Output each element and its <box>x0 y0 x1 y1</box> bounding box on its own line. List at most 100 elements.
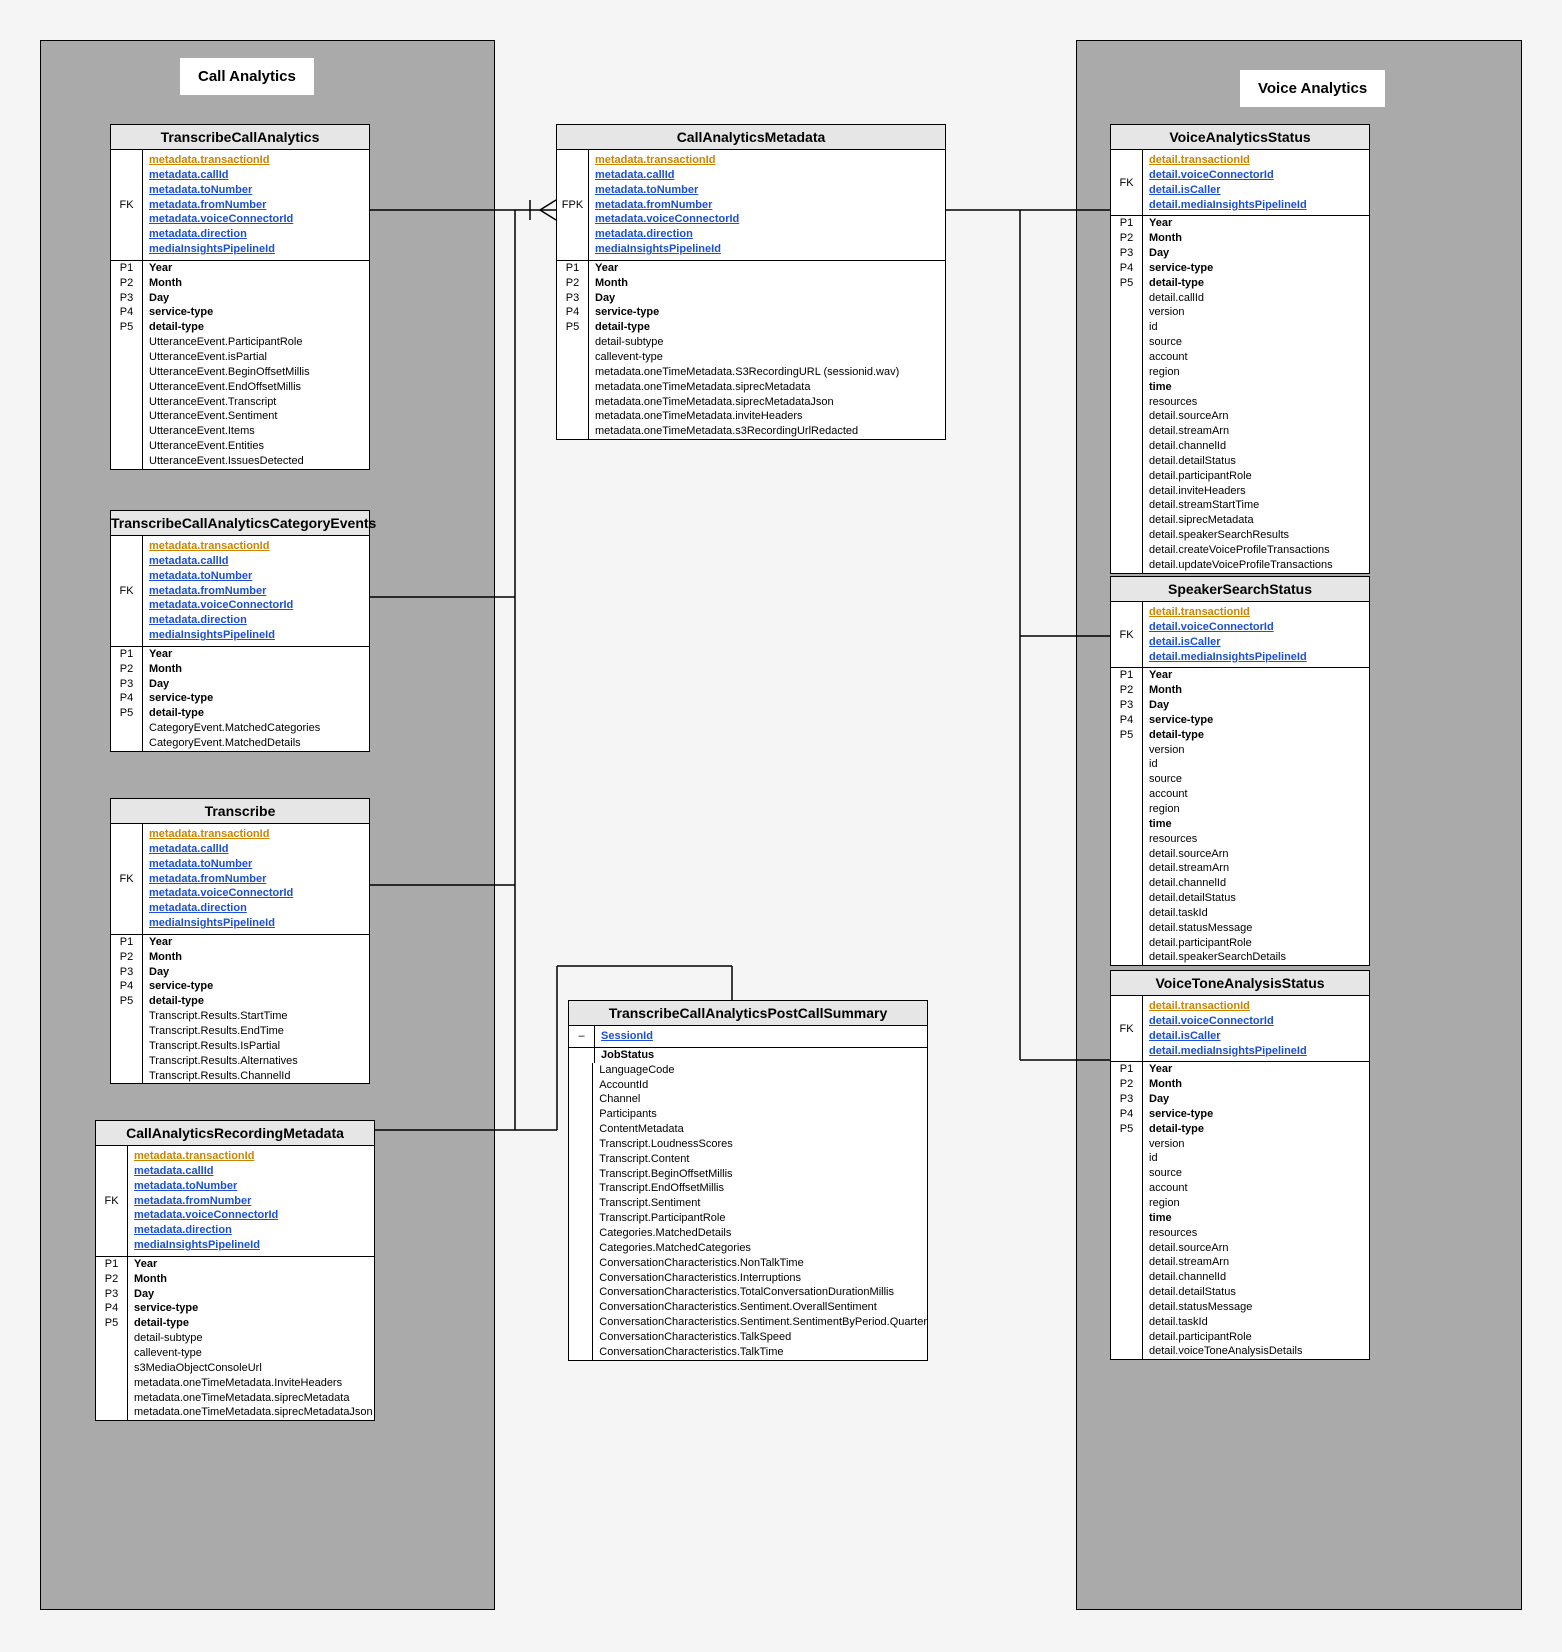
fpk-cell: FPK <box>557 150 589 260</box>
fk-cell: FK <box>1111 150 1143 215</box>
p-field: Year <box>143 647 369 662</box>
fk-field: metadata.toNumber <box>149 857 363 872</box>
p-field: Month <box>143 950 369 965</box>
p-field: Day <box>128 1287 374 1302</box>
entity-pcs: TranscribeCallAnalyticsPostCallSummary –… <box>568 1000 928 1361</box>
p-label <box>569 1063 593 1360</box>
fk-field: metadata.direction <box>149 901 363 916</box>
p-field: detail-type <box>1143 728 1369 743</box>
p-label: P5 <box>1111 1122 1143 1137</box>
p-label <box>96 1331 128 1420</box>
fk-field: metadata.callId <box>149 168 363 183</box>
fk-field: metadata.callId <box>149 554 363 569</box>
entity-carm: CallAnalyticsRecordingMetadata FK metada… <box>95 1120 375 1421</box>
fk-field: metadata.toNumber <box>134 1179 368 1194</box>
p-label: P4 <box>111 979 143 994</box>
p-field: Day <box>589 291 945 306</box>
attr-list: LanguageCodeAccountIdChannelParticipants… <box>593 1063 927 1360</box>
attr-list: UtteranceEvent.ParticipantRoleUtteranceE… <box>143 335 369 469</box>
p-label: P5 <box>1111 276 1143 291</box>
entity-cam: CallAnalyticsMetadata FPK metadata.trans… <box>556 124 946 440</box>
p-field: detail-type <box>143 706 369 721</box>
p-field: Year <box>1143 216 1369 231</box>
pk-field: detail.transactionId <box>1149 153 1363 168</box>
group-title-call: Call Analytics <box>180 58 314 95</box>
p-label: P5 <box>111 706 143 721</box>
fk-field: detail.isCaller <box>1149 183 1363 198</box>
p-label: P1 <box>111 261 143 276</box>
p-label: P1 <box>111 935 143 950</box>
fk-field: mediaInsightsPipelineId <box>149 242 363 257</box>
fk-field: metadata.fromNumber <box>595 198 939 213</box>
p-label <box>1111 1137 1143 1360</box>
fk-field: detail.voiceConnectorId <box>1149 168 1363 183</box>
p-field: detail-type <box>128 1316 374 1331</box>
fk-field: metadata.direction <box>149 613 363 628</box>
entity-title: VoiceToneAnalysisStatus <box>1111 971 1369 996</box>
attr-list: detail.callIdversionidsourceaccountregio… <box>1143 291 1369 573</box>
attr-list: Transcript.Results.StartTimeTranscript.R… <box>143 1009 369 1083</box>
entity-title: TranscribeCallAnalytics <box>111 125 369 150</box>
p-label: P3 <box>111 677 143 692</box>
fk-cell: FK <box>1111 996 1143 1061</box>
p-label: P3 <box>111 965 143 980</box>
fk-field: metadata.toNumber <box>149 569 363 584</box>
fk-field: metadata.fromNumber <box>149 872 363 887</box>
fk-field: metadata.direction <box>595 227 939 242</box>
p-field: detail-type <box>589 320 945 335</box>
p-field: service-type <box>143 691 369 706</box>
p-field: service-type <box>1143 261 1369 276</box>
fk-field: metadata.voiceConnectorId <box>149 886 363 901</box>
p-label: P4 <box>1111 1107 1143 1122</box>
entity-title: TranscribeCallAnalyticsCategoryEvents <box>111 511 369 536</box>
fk-field: detail.voiceConnectorId <box>1149 1014 1363 1029</box>
fk-field: detail.isCaller <box>1149 635 1363 650</box>
fk-field: mediaInsightsPipelineId <box>595 242 939 257</box>
p-field: Month <box>143 662 369 677</box>
entity-transcribe: Transcribe FK metadata.transactionId met… <box>110 798 370 1084</box>
fk-field: metadata.callId <box>149 842 363 857</box>
entity-title: VoiceAnalyticsStatus <box>1111 125 1369 150</box>
p-field: detail-type <box>143 994 369 1009</box>
p-label: P2 <box>1111 683 1143 698</box>
p-label <box>1111 291 1143 573</box>
p-field: Day <box>1143 698 1369 713</box>
p-label <box>111 335 143 469</box>
p-field: Day <box>143 965 369 980</box>
entity-title: CallAnalyticsRecordingMetadata <box>96 1121 374 1146</box>
p-field: Year <box>1143 1062 1369 1077</box>
p-field: Day <box>1143 246 1369 261</box>
p-field: Year <box>143 261 369 276</box>
pk-field: detail.transactionId <box>1149 999 1363 1014</box>
pk-field: metadata.transactionId <box>595 153 939 168</box>
p-label: P4 <box>1111 713 1143 728</box>
p-label: P4 <box>111 305 143 320</box>
p-label <box>111 721 143 751</box>
diagram-canvas: Call Analytics Voice Analytics <box>0 0 1562 1652</box>
attr-list: detail-subtypecallevent-typemetadata.one… <box>589 335 945 439</box>
fk-field: metadata.callId <box>595 168 939 183</box>
p-label: P2 <box>1111 1077 1143 1092</box>
job-status: JobStatus <box>595 1048 927 1063</box>
fk-cell: FK <box>111 824 143 934</box>
p-label: P1 <box>1111 1062 1143 1077</box>
fk-field: mediaInsightsPipelineId <box>149 916 363 931</box>
p-label: P1 <box>557 261 589 276</box>
fk-field: metadata.voiceConnectorId <box>149 598 363 613</box>
p-label: P3 <box>557 291 589 306</box>
p-field: Month <box>1143 231 1369 246</box>
fk-field: mediaInsightsPipelineId <box>134 1238 368 1253</box>
fk-field: detail.mediaInsightsPipelineId <box>1149 650 1363 665</box>
entity-sss: SpeakerSearchStatus FK detail.transactio… <box>1110 576 1370 966</box>
pk-field: metadata.transactionId <box>134 1149 368 1164</box>
p-label: P1 <box>96 1257 128 1272</box>
p-field: Day <box>1143 1092 1369 1107</box>
entity-title: TranscribeCallAnalyticsPostCallSummary <box>569 1001 927 1026</box>
fk-cell: FK <box>1111 602 1143 667</box>
fk-field: detail.mediaInsightsPipelineId <box>1149 198 1363 213</box>
fk-field: metadata.fromNumber <box>149 584 363 599</box>
p-field: service-type <box>1143 713 1369 728</box>
fk-field: detail.isCaller <box>1149 1029 1363 1044</box>
p-label: P3 <box>1111 1092 1143 1107</box>
p-label <box>557 335 589 439</box>
